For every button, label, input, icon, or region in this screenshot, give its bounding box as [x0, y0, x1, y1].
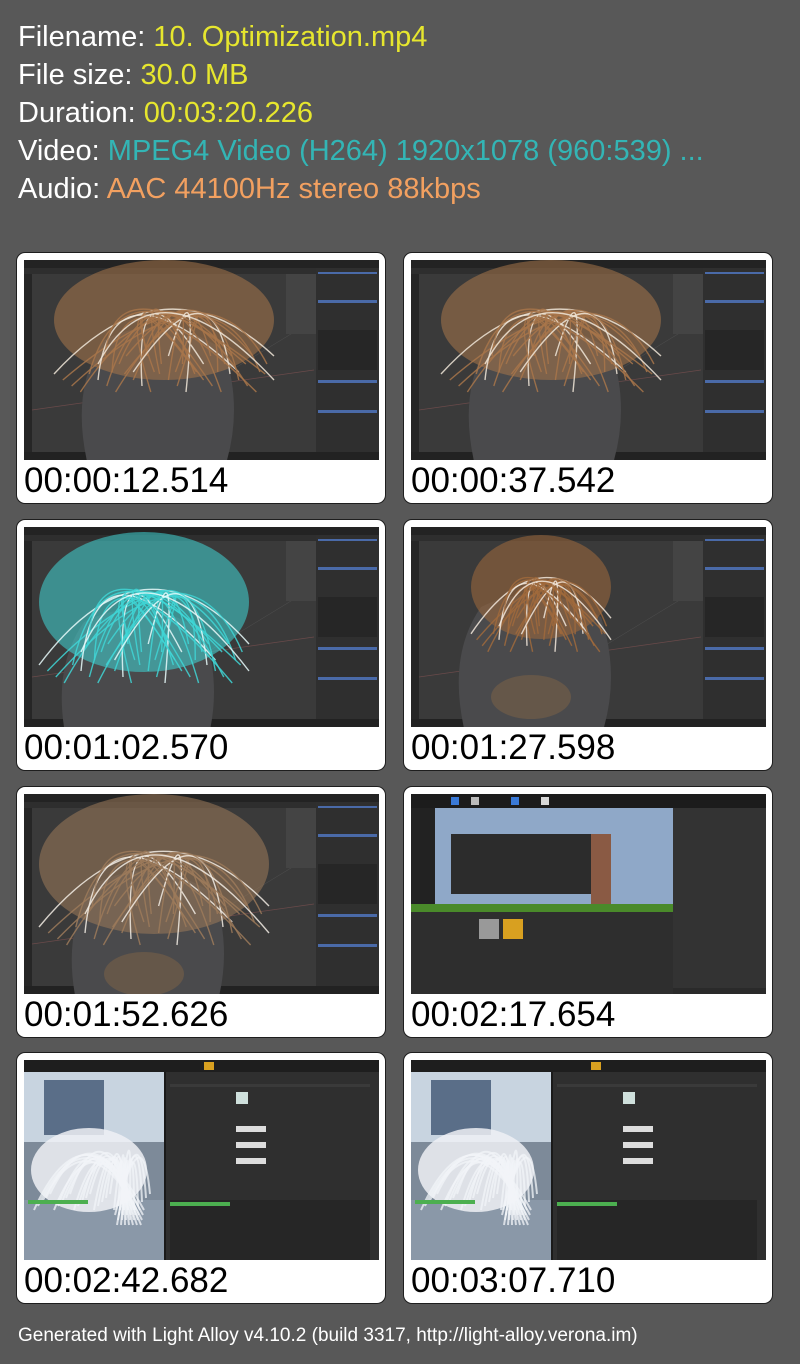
thumbnail-timestamp: 00:02:42.682 [24, 1261, 229, 1300]
thumbnail-image[interactable] [411, 527, 766, 727]
filesize-row: File size: 30.0 MB [18, 56, 793, 94]
thumbnail-card[interactable]: 00:01:02.570 [16, 519, 386, 771]
filename-row: Filename: 10. Optimization.mp4 [18, 18, 793, 56]
thumbnail-timestamp: 00:02:17.654 [411, 995, 616, 1034]
audio-label: Audio: [18, 173, 101, 205]
video-row: Video: MPEG4 Video (H264) 1920x1078 (960… [18, 132, 793, 170]
thumbnail-timestamp: 00:01:27.598 [411, 728, 616, 767]
filename-value: 10. Optimization.mp4 [153, 21, 428, 53]
filesize-value: 30.0 MB [140, 59, 249, 91]
thumbnail-image[interactable] [24, 260, 379, 460]
thumbnail-frame-art [411, 1060, 766, 1260]
thumbnail-image[interactable] [411, 794, 766, 994]
duration-label: Duration: [18, 97, 136, 129]
thumbnail-timestamp: 00:01:52.626 [24, 995, 229, 1034]
thumbnail-image[interactable] [411, 260, 766, 460]
duration-row: Duration: 00:03:20.226 [18, 94, 793, 132]
duration-value: 00:03:20.226 [143, 97, 314, 129]
thumbnail-card[interactable]: 00:03:07.710 [403, 1052, 773, 1304]
thumbnail-image[interactable] [24, 527, 379, 727]
thumbnail-card[interactable]: 00:02:17.654 [403, 786, 773, 1038]
thumbnail-card[interactable]: 00:00:37.542 [403, 252, 773, 504]
thumbnail-card[interactable]: 00:01:52.626 [16, 786, 386, 1038]
thumbnail-frame-art [24, 794, 379, 994]
thumbnail-timestamp: 00:01:02.570 [24, 728, 229, 767]
thumbnail-frame-art [24, 1060, 379, 1260]
thumbnail-image[interactable] [411, 1060, 766, 1260]
audio-value: AAC 44100Hz stereo 88kbps [106, 173, 481, 205]
thumbnail-frame-art [24, 260, 379, 460]
thumbnail-card[interactable]: 00:00:12.514 [16, 252, 386, 504]
file-info: Filename: 10. Optimization.mp4 File size… [18, 18, 793, 208]
thumbnail-card[interactable]: 00:01:27.598 [403, 519, 773, 771]
thumbnail-image[interactable] [24, 794, 379, 994]
filename-label: Filename: [18, 21, 146, 53]
thumbnail-frame-art [411, 794, 766, 994]
thumbnail-frame-art [411, 527, 766, 727]
thumbnail-timestamp: 00:00:12.514 [24, 461, 229, 500]
generator-footer: Generated with Light Alloy v4.10.2 (buil… [18, 1325, 638, 1346]
thumbnail-card[interactable]: 00:02:42.682 [16, 1052, 386, 1304]
thumbnail-frame-art [24, 527, 379, 727]
thumbnail-timestamp: 00:00:37.542 [411, 461, 616, 500]
audio-row: Audio: AAC 44100Hz stereo 88kbps [18, 170, 793, 208]
video-label: Video: [18, 135, 100, 167]
filesize-label: File size: [18, 59, 133, 91]
thumbnail-image[interactable] [24, 1060, 379, 1260]
video-value: MPEG4 Video (H264) 1920x1078 (960:539) .… [107, 135, 704, 167]
thumbnail-frame-art [411, 260, 766, 460]
thumbnail-timestamp: 00:03:07.710 [411, 1261, 616, 1300]
